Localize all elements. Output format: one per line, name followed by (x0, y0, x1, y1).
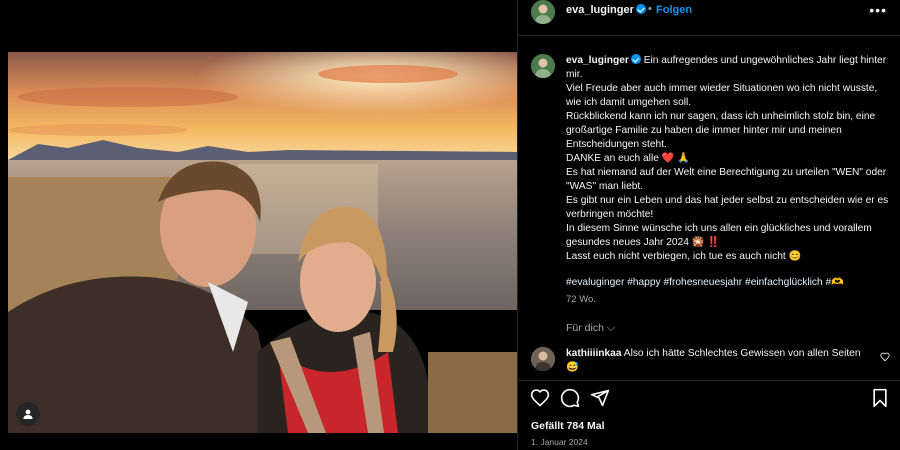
user-tag-icon (23, 409, 33, 419)
comment-item: kathiiiinkaa Also ich hätte Schlechtes G… (566, 347, 866, 375)
actions-divider (518, 380, 900, 381)
like-heart-icon[interactable] (530, 388, 550, 408)
hashtag-link[interactable]: #frohesneuesjahr (663, 277, 742, 288)
hashtag-link[interactable]: #🫶 (825, 277, 843, 288)
post-caption: eva_luginger Ein aufregendes und ungewöh… (566, 54, 894, 264)
caption-line: Rückblickend kann ich nur sagen, dass ic… (566, 111, 876, 150)
hashtag-list: #evaluginger #happy #frohesneuesjahr #ei… (566, 276, 894, 290)
chevron-down-icon: ⌵ (606, 322, 615, 334)
post-photo[interactable] (8, 52, 517, 433)
avatar-image (531, 347, 555, 371)
caption-line: In diesem Sinne wünsche ich uns allen ei… (566, 223, 872, 248)
verified-badge-icon (635, 4, 646, 14)
share-send-icon[interactable] (590, 388, 610, 408)
avatar-image (531, 54, 555, 78)
caption-line: Es gibt nur ein Leben und das hat jeder … (566, 195, 889, 220)
tagged-user-button[interactable] (16, 402, 40, 426)
caption-author-avatar[interactable] (531, 54, 555, 78)
post-details-panel: eva_luginger • Folgen ••• eva_luginger E… (517, 0, 900, 450)
bookmark-save-icon[interactable] (870, 388, 890, 408)
hashtag-link[interactable]: #happy (627, 277, 660, 288)
comment-bubble-icon[interactable] (560, 388, 580, 408)
caption-line: Lasst euch nicht verbiegen, ich tue es a… (566, 251, 802, 262)
selfie-photo-image (8, 52, 517, 433)
instagram-post-view: eva_luginger • Folgen ••• eva_luginger E… (0, 0, 900, 450)
likes-count[interactable]: Gefällt 784 Mal (531, 420, 605, 432)
commenter-avatar[interactable] (531, 347, 555, 371)
action-bar (518, 388, 900, 410)
post-date[interactable]: 1. Januar 2024 (531, 437, 588, 447)
like-comment-heart-icon[interactable] (880, 352, 890, 362)
caption-line: Viel Freude aber auch immer wieder Situa… (566, 83, 878, 108)
hashtag-link[interactable]: #evaluginger (566, 277, 624, 288)
separator-dot: • (648, 3, 652, 15)
post-header: eva_luginger • Folgen ••• (518, 0, 900, 24)
author-username[interactable]: eva_luginger (566, 4, 646, 16)
post-media-area (0, 0, 517, 450)
header-divider (518, 35, 900, 36)
verified-badge-icon (630, 54, 641, 64)
avatar-image (531, 0, 555, 24)
for-you-dropdown[interactable]: Für dich ⌵ (566, 322, 615, 335)
caption-line: Es hat niemand auf der Welt eine Berecht… (566, 167, 887, 192)
for-you-label: Für dich (566, 322, 604, 334)
hashtag-link[interactable]: #einfachglücklich (745, 277, 823, 288)
author-avatar[interactable] (531, 0, 555, 24)
caption-username[interactable]: eva_luginger (566, 55, 629, 66)
more-options-icon[interactable]: ••• (869, 2, 887, 18)
follow-button[interactable]: Folgen (656, 4, 692, 16)
caption-line: DANKE an euch alle ❤️ 🙏 (566, 153, 690, 164)
caption-age[interactable]: 72 Wo. (566, 294, 596, 305)
comment-username[interactable]: kathiiiinkaa (566, 348, 622, 359)
